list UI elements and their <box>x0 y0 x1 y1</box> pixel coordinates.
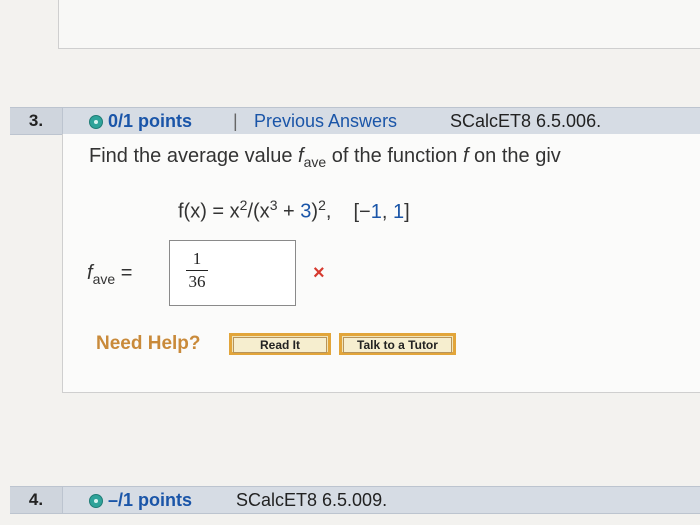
question-number: 4. <box>10 487 63 513</box>
header-separator: | <box>233 111 238 131</box>
talk-to-tutor-label: Talk to a Tutor <box>343 337 452 353</box>
interval-comma: , <box>381 200 393 223</box>
function-mid: /(x <box>247 200 270 223</box>
answer-subscript: ave <box>92 271 116 287</box>
incorrect-icon: × <box>313 262 325 284</box>
prompt-text-start: Find the average value <box>89 145 299 167</box>
question-4-header: 4. –/1 points SCalcET8 6.5.009. <box>10 486 700 514</box>
exponent-3: 2 <box>318 197 326 213</box>
answer-input[interactable]: 1 36 <box>169 240 296 306</box>
points-bullet-icon[interactable] <box>89 115 103 129</box>
interval-b: 1 <box>392 200 405 223</box>
previous-question-card <box>58 0 700 49</box>
question-prompt: Find the average value fave of the funct… <box>89 145 561 170</box>
need-help-label: Need Help? <box>96 333 201 354</box>
prompt-text-end: on the giv <box>468 145 561 167</box>
prompt-text-mid: of the function <box>326 145 463 167</box>
answer-denominator: 36 <box>188 272 206 291</box>
function-plus: + <box>277 200 301 223</box>
function-definition: f(x) = x2/(x3 + 3)2, [−1, 1] <box>178 197 410 224</box>
interval-close: ] <box>404 200 410 223</box>
question-code: SCalcET8 6.5.009. <box>236 490 388 510</box>
question-code: SCalcET8 6.5.006. <box>450 111 602 131</box>
interval: [−1, 1] <box>353 201 409 223</box>
answer-fraction: 1 36 <box>186 249 208 292</box>
interval-a: 1 <box>370 200 382 223</box>
previous-answers-link[interactable]: Previous Answers <box>254 108 397 134</box>
question-number: 3. <box>10 108 63 134</box>
function-comma: , <box>325 200 332 223</box>
points-label: –/1 points <box>108 490 193 510</box>
question-3-header: 3. 0/1 points | Previous Answers SCalcET… <box>10 107 700 135</box>
points-label: 0/1 points <box>108 111 193 131</box>
constant-three: 3 <box>300 200 312 223</box>
function-lhs: f(x) = x <box>178 200 240 223</box>
points-bullet-icon[interactable] <box>89 494 103 508</box>
talk-to-tutor-button[interactable]: Talk to a Tutor <box>339 333 456 355</box>
interval-open: [− <box>353 200 371 223</box>
fraction-bar <box>186 270 208 271</box>
read-it-label: Read It <box>233 337 327 353</box>
answer-label: fave = <box>87 262 132 287</box>
f-ave-subscript: ave <box>303 154 327 170</box>
answer-numerator: 1 <box>192 249 202 268</box>
answer-equals: = <box>115 262 133 284</box>
read-it-button[interactable]: Read It <box>229 333 331 355</box>
